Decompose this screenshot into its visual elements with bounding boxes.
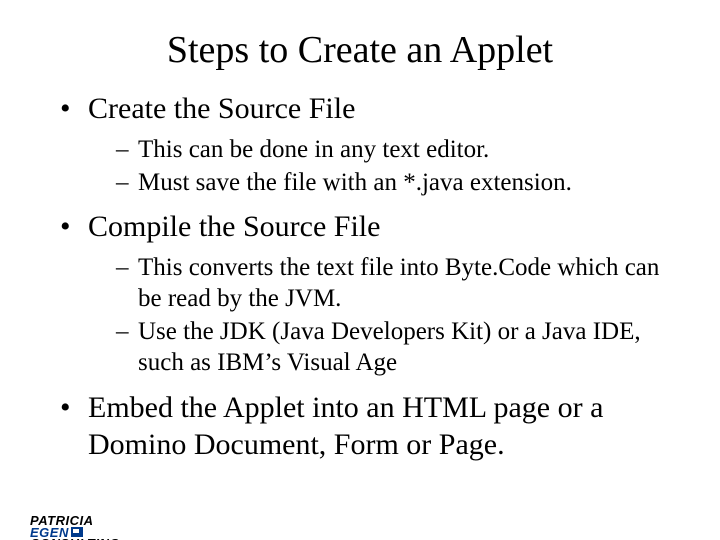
bullet-text: Create the Source File bbox=[88, 92, 355, 125]
bullet-text: Compile the Source File bbox=[88, 210, 380, 243]
sub-bullet-text: This can be done in any text editor. bbox=[138, 136, 489, 163]
logo: PATRICIA EGEN CONSULTING bbox=[30, 515, 120, 540]
sub-bullet-item: Must save the file with an *.java extens… bbox=[116, 167, 680, 198]
sub-bullet-item: This can be done in any text editor. bbox=[116, 134, 680, 165]
logo-mark-icon bbox=[71, 527, 83, 537]
sub-bullet-text: Use the JDK (Java Developers Kit) or a J… bbox=[138, 318, 641, 376]
sub-bullet-text: Must save the file with an *.java extens… bbox=[138, 169, 572, 196]
bullet-list: Create the Source File This can be done … bbox=[60, 90, 680, 464]
bullet-item: Create the Source File This can be done … bbox=[60, 90, 680, 198]
sub-bullet-item: Use the JDK (Java Developers Kit) or a J… bbox=[116, 316, 680, 379]
slide-content: Create the Source File This can be done … bbox=[60, 90, 680, 464]
sub-bullet-text: This converts the text file into Byte.Co… bbox=[138, 254, 659, 312]
bullet-item: Compile the Source File This converts th… bbox=[60, 208, 680, 379]
bullet-item: Embed the Applet into an HTML page or a … bbox=[60, 389, 680, 464]
sub-bullet-item: This converts the text file into Byte.Co… bbox=[116, 252, 680, 315]
slide: { "title": "Steps to Create an Applet", … bbox=[0, 28, 720, 540]
sub-bullet-list: This can be done in any text editor. Mus… bbox=[88, 134, 680, 199]
bullet-text: Embed the Applet into an HTML page or a … bbox=[88, 391, 603, 462]
slide-title: Steps to Create an Applet bbox=[0, 28, 720, 72]
sub-bullet-list: This converts the text file into Byte.Co… bbox=[88, 252, 680, 379]
